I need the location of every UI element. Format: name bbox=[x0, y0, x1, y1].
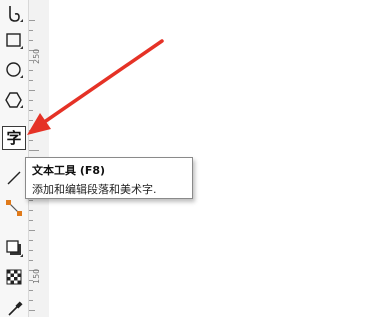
drop-shadow-tool[interactable] bbox=[2, 236, 26, 260]
transparency-tool[interactable] bbox=[2, 265, 26, 289]
ellipse-tool-icon bbox=[6, 62, 23, 78]
rectangle-tool[interactable] bbox=[2, 29, 26, 53]
rectangle-tool-icon bbox=[6, 33, 23, 49]
freehand-curve-tool[interactable] bbox=[2, 2, 26, 26]
toolbox: 字 bbox=[0, 0, 28, 317]
freehand-curve-icon bbox=[9, 6, 23, 22]
drop-shadow-icon bbox=[6, 240, 23, 257]
text-tool-tooltip: 文本工具 (F8) 添加和编辑段落和美术字. bbox=[25, 157, 193, 199]
text-tool-icon: 字 bbox=[6, 128, 22, 147]
line-connector-tool[interactable] bbox=[2, 166, 26, 190]
tooltip-description: 添加和编辑段落和美术字. bbox=[32, 183, 157, 196]
tooltip-title: 文本工具 (F8) bbox=[32, 164, 106, 177]
polygon-tool-icon bbox=[5, 92, 23, 108]
eyedropper-icon bbox=[8, 301, 23, 316]
polygon-tool[interactable] bbox=[2, 88, 26, 112]
ellipse-tool[interactable] bbox=[2, 58, 26, 82]
transparency-icon bbox=[6, 269, 22, 285]
ruler-label: 250 bbox=[32, 48, 41, 64]
eyedropper-tool[interactable] bbox=[2, 296, 26, 320]
ruler-label: 150 bbox=[32, 268, 41, 284]
text-tool[interactable]: 字 bbox=[2, 126, 26, 150]
line-connector-icon bbox=[7, 171, 21, 185]
dimension-tool-icon bbox=[6, 200, 22, 216]
dimension-tool[interactable] bbox=[2, 196, 26, 220]
